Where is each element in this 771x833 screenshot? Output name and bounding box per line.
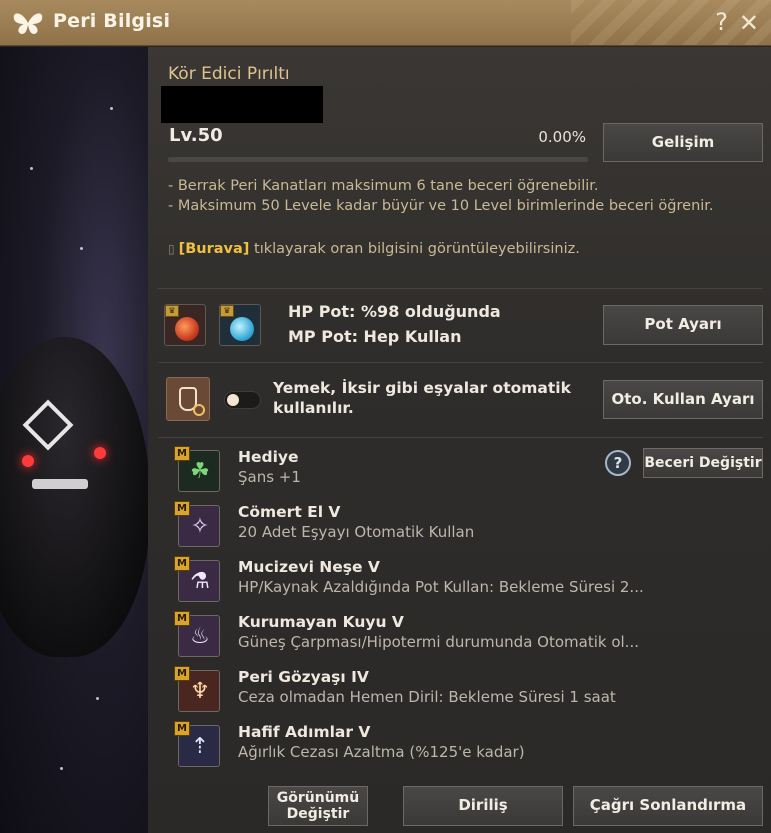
gelisim-button[interactable]: Gelişim <box>603 123 763 162</box>
revive-button[interactable]: Diriliş <box>403 786 563 826</box>
level-progress-bar <box>168 157 588 162</box>
skill-row[interactable]: M ☘ Hediye Şans +1 <box>174 446 614 496</box>
gear-icon <box>193 404 205 416</box>
skill-description: 20 Adet Eşyayı Otomatik Kullan <box>238 523 475 541</box>
mp-potion-icon[interactable]: ♛ <box>219 304 261 346</box>
master-badge: M <box>174 666 190 681</box>
rate-info-suffix: tıklayarak oran bilgisini görüntüleyebil… <box>249 241 580 257</box>
info-text: - Berrak Peri Kanatları maksimum 6 tane … <box>168 176 728 216</box>
window-title: Peri Bilgisi <box>53 10 171 32</box>
skill-name: Hediye <box>238 448 299 466</box>
master-badge: M <box>174 446 190 461</box>
skill-description: Güneş Çarpması/Hipotermi durumunda Otoma… <box>238 633 639 651</box>
help-icon[interactable]: ? <box>715 8 728 36</box>
rate-info-link[interactable]: [Burava] <box>179 241 250 257</box>
skill-description: Ceza olmadan Hemen Diril: Bekleme Süresi… <box>238 688 616 706</box>
hp-pot-setting: HP Pot: %98 olduğunda <box>288 302 501 321</box>
crown-icon: ♛ <box>165 305 179 317</box>
auto-use-settings-button[interactable]: Oto. Kullan Ayarı <box>603 380 763 419</box>
skill-description: Ağırlık Cezası Azaltma (%125'e kadar) <box>238 743 525 761</box>
close-icon[interactable]: ✕ <box>739 9 759 37</box>
peri-creature <box>0 337 148 657</box>
hp-potion-icon[interactable]: ♛ <box>164 304 206 346</box>
end-summon-button[interactable]: Çağrı Sonlandırma <box>573 786 763 826</box>
mp-flask <box>230 317 254 341</box>
skill-name: Mucizevi Neşe V <box>238 558 380 576</box>
peri-eye-left <box>22 455 34 467</box>
peri-mouth <box>32 479 88 489</box>
master-badge: M <box>174 611 190 626</box>
auto-use-description: Yemek, İksir gibi eşyalar otomatik kulla… <box>273 379 571 417</box>
peri-portrait <box>0 47 148 833</box>
skill-row[interactable]: M ⇡ Hafif Adımlar V Ağırlık Cezası Azaltma … <box>174 721 614 771</box>
link-marker-icon: ▯ <box>168 242 175 256</box>
auto-use-toggle[interactable] <box>224 391 261 409</box>
skill-name: Kurumayan Kuyu V <box>238 613 404 631</box>
redacted-block <box>161 86 323 123</box>
change-appearance-button[interactable]: Görünümü Değiştir <box>268 786 368 826</box>
skill-row[interactable]: M ♨ Kurumayan Kuyu V Güneş Çarpması/Hipoter… <box>174 611 639 661</box>
change-skill-button[interactable]: Beceri Değiştir <box>643 448 763 478</box>
skill-row[interactable]: M ♆ Peri Gözyaşı IV Ceza olmadan Hemen Diri… <box>174 666 616 716</box>
crown-icon: ♛ <box>220 305 234 317</box>
skill-row[interactable]: M ⚗ Mucizevi Neşe V HP/Kaynak Azaldığında P… <box>174 556 644 606</box>
auto-use-potion-icon <box>166 377 210 421</box>
info-line-1: - Berrak Peri Kanatları maksimum 6 tane … <box>168 178 599 194</box>
peri-name: Kör Edici Pırıltı <box>168 64 290 84</box>
skill-description: Şans +1 <box>238 468 301 486</box>
rate-info-line: ▯ [Burava] tıklayarak oran bilgisini görü… <box>168 241 580 257</box>
master-badge: M <box>174 721 190 736</box>
skill-row[interactable]: M ✧ Cömert El V 20 Adet Eşyayı Otomatik Kul… <box>174 501 614 551</box>
divider <box>158 362 763 363</box>
level-progress-text: 0.00% <box>538 128 586 146</box>
peri-level: Lv.50 <box>169 125 223 146</box>
peri-eye-right <box>94 447 106 459</box>
butterfly-icon <box>13 13 43 34</box>
pot-settings-button[interactable]: Pot Ayarı <box>603 305 763 345</box>
skill-name: Hafif Adımlar V <box>238 723 371 741</box>
skill-name: Peri Gözyaşı IV <box>238 668 369 686</box>
peri-symbol-icon <box>22 399 74 451</box>
skill-description: HP/Kaynak Azaldığında Pot Kullan: Beklem… <box>238 578 644 596</box>
info-line-2: - Maksimum 50 Levele kadar büyür ve 10 L… <box>168 198 714 214</box>
hp-flask <box>175 317 199 341</box>
title-bar: Peri Bilgisi ? ✕ <box>0 0 771 46</box>
master-badge: M <box>174 556 190 571</box>
master-badge: M <box>174 501 190 516</box>
toggle-knob <box>227 394 239 406</box>
divider <box>158 288 763 289</box>
mp-pot-setting: MP Pot: Hep Kullan <box>288 327 462 346</box>
divider <box>158 437 763 438</box>
skill-name: Cömert El V <box>238 503 341 521</box>
